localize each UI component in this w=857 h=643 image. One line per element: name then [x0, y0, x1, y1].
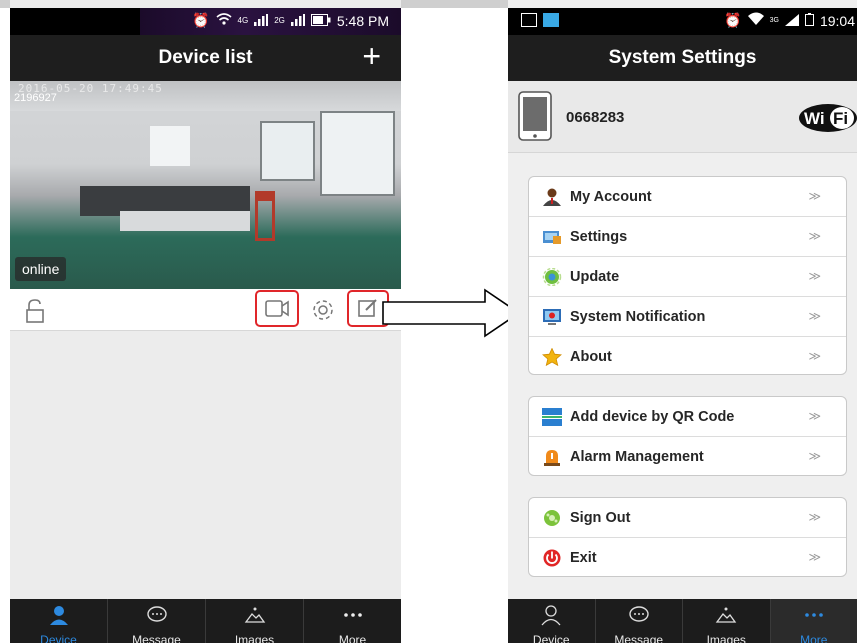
alarm-clock-icon: ⏰ — [192, 12, 210, 28]
tab-more[interactable]: More — [770, 599, 857, 643]
settings-group-device: Add device by QR Code ≫ Alarm Management… — [528, 396, 847, 476]
star-icon — [542, 348, 562, 366]
menu-item-update[interactable]: Update ≫ — [529, 257, 846, 297]
app-notification-icon — [543, 13, 559, 27]
chat-bubble-icon — [628, 604, 650, 626]
more-dots-icon — [803, 604, 825, 626]
account-icon — [543, 188, 561, 206]
gallery-notification-icon — [521, 13, 537, 27]
signal-icon-2 — [290, 13, 305, 29]
menu-item-add-device-qr[interactable]: Add device by QR Code ≫ — [529, 397, 846, 437]
network-type: 4G — [237, 16, 249, 25]
status-bar-left: ⏰ 4G 2G 5:48 PM — [10, 8, 401, 35]
transition-arrow-icon — [382, 288, 521, 338]
settings-group-account: My Account ≫ Settings ≫ Update ≫ System … — [528, 176, 847, 375]
page-title: Device list — [158, 47, 253, 68]
wifi-icon — [215, 12, 232, 29]
wifi-badge-icon: Wi Fi — [799, 104, 857, 132]
phone-icon — [518, 91, 552, 141]
person-icon — [540, 604, 562, 626]
camera-preview[interactable]: 2016-05-20 17:49:45 2196927 online — [10, 81, 401, 289]
menu-item-about[interactable]: About ≫ — [529, 337, 846, 374]
bottom-tab-bar-right: Device Message Images More — [508, 599, 857, 643]
tab-images[interactable]: Images — [206, 599, 304, 643]
menu-item-my-account[interactable]: My Account ≫ — [529, 177, 846, 217]
menu-item-system-notification[interactable]: System Notification ≫ — [529, 297, 846, 337]
unlock-icon[interactable] — [24, 299, 46, 323]
chat-bubble-icon — [146, 604, 168, 626]
network-type: 3G — [769, 17, 779, 24]
battery-icon — [804, 12, 814, 29]
qr-scan-icon — [542, 408, 562, 426]
signal-icon — [784, 13, 799, 29]
current-device-row[interactable]: 0668283 Wi Fi — [508, 81, 857, 153]
network-type-2: 2G — [274, 16, 285, 25]
menu-item-sign-out[interactable]: Sign Out ≫ — [529, 498, 846, 538]
power-icon — [543, 549, 561, 567]
tab-images[interactable]: Images — [683, 599, 771, 643]
person-icon — [48, 604, 70, 626]
clock-time: 5:48 PM — [336, 12, 389, 29]
more-dots-icon — [342, 604, 364, 626]
battery-icon — [310, 13, 331, 29]
notification-icon — [543, 309, 561, 325]
sign-out-icon — [544, 510, 560, 526]
page-title: System Settings — [608, 47, 757, 68]
online-status-badge: online — [15, 257, 67, 281]
tab-message[interactable]: Message — [108, 599, 206, 643]
image-icon — [715, 604, 737, 626]
menu-item-exit[interactable]: Exit ≫ — [529, 538, 846, 576]
device-list-header: Device list + — [10, 35, 401, 81]
screenshot-canvas: ⏰ 4G 2G 5:48 PM Device list + 2016-05-20… — [0, 0, 857, 643]
clock-time: 19:04 — [819, 12, 855, 29]
tab-device[interactable]: Device — [10, 599, 108, 643]
camera-device-id: 2196927 — [14, 92, 57, 104]
record-video-button[interactable] — [255, 290, 299, 327]
bottom-tab-bar-left: Device Message Images More — [10, 599, 401, 643]
svg-text:Wi: Wi — [804, 109, 825, 128]
system-settings-header: System Settings — [508, 35, 857, 81]
tab-device[interactable]: Device — [508, 599, 596, 643]
settings-icon — [543, 231, 561, 244]
tab-more[interactable]: More — [304, 599, 401, 643]
add-device-button[interactable]: + — [362, 40, 381, 72]
gear-icon[interactable] — [310, 297, 336, 323]
tab-message[interactable]: Message — [596, 599, 683, 643]
svg-text:Fi: Fi — [833, 109, 848, 128]
wifi-icon — [747, 12, 764, 29]
signal-icon — [254, 13, 269, 29]
image-icon — [244, 604, 266, 626]
video-camera-icon — [265, 300, 289, 317]
device-name: 0668283 — [566, 109, 625, 126]
settings-group-session: Sign Out ≫ Exit ≫ — [528, 497, 847, 577]
alarm-clock-icon: ⏰ — [724, 12, 742, 28]
menu-item-settings[interactable]: Settings ≫ — [529, 217, 846, 257]
alarm-icon — [544, 450, 560, 466]
menu-item-alarm-management[interactable]: Alarm Management ≫ — [529, 437, 846, 475]
update-icon — [542, 268, 562, 286]
status-bar-right: ⏰ 3G 19:04 — [508, 8, 857, 35]
device-action-bar — [10, 289, 401, 331]
